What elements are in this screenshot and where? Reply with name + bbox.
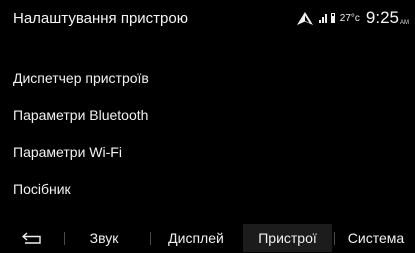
tab-separator	[64, 232, 65, 245]
clock-ampm: AM	[400, 20, 409, 26]
tab-separator	[150, 232, 151, 245]
settings-menu: Диспетчер пристроїв Параметри Bluetooth …	[0, 60, 415, 208]
tab-display[interactable]: Дисплей	[152, 224, 240, 252]
battery-icon	[330, 13, 335, 23]
menu-item-guide[interactable]: Посібник	[0, 171, 415, 208]
bottom-tab-bar: Звук Дисплей Пристрої Система	[0, 224, 415, 252]
signal-strength-icon	[318, 13, 327, 23]
header-bar: Налаштування пристрою 27°c 9:25 AM	[0, 0, 415, 40]
navigation-arrow-icon	[296, 11, 313, 25]
status-area: 27°c 9:25 AM	[296, 7, 409, 29]
menu-item-bluetooth-settings[interactable]: Параметри Bluetooth	[0, 97, 415, 134]
tab-system[interactable]: Система	[337, 224, 415, 252]
tab-devices[interactable]: Пристрої	[243, 224, 332, 252]
tab-sound[interactable]: Звук	[70, 224, 138, 252]
clock-time: 9:25	[365, 8, 399, 27]
menu-item-wifi-settings[interactable]: Параметри Wi-Fi	[0, 134, 415, 171]
back-arrow-icon	[21, 232, 41, 244]
page-title: Налаштування пристрою	[13, 10, 188, 27]
menu-item-device-manager[interactable]: Диспетчер пристроїв	[0, 60, 415, 97]
back-button[interactable]	[16, 224, 48, 252]
tab-separator	[334, 232, 335, 245]
temperature-readout: 27°c	[339, 12, 360, 24]
